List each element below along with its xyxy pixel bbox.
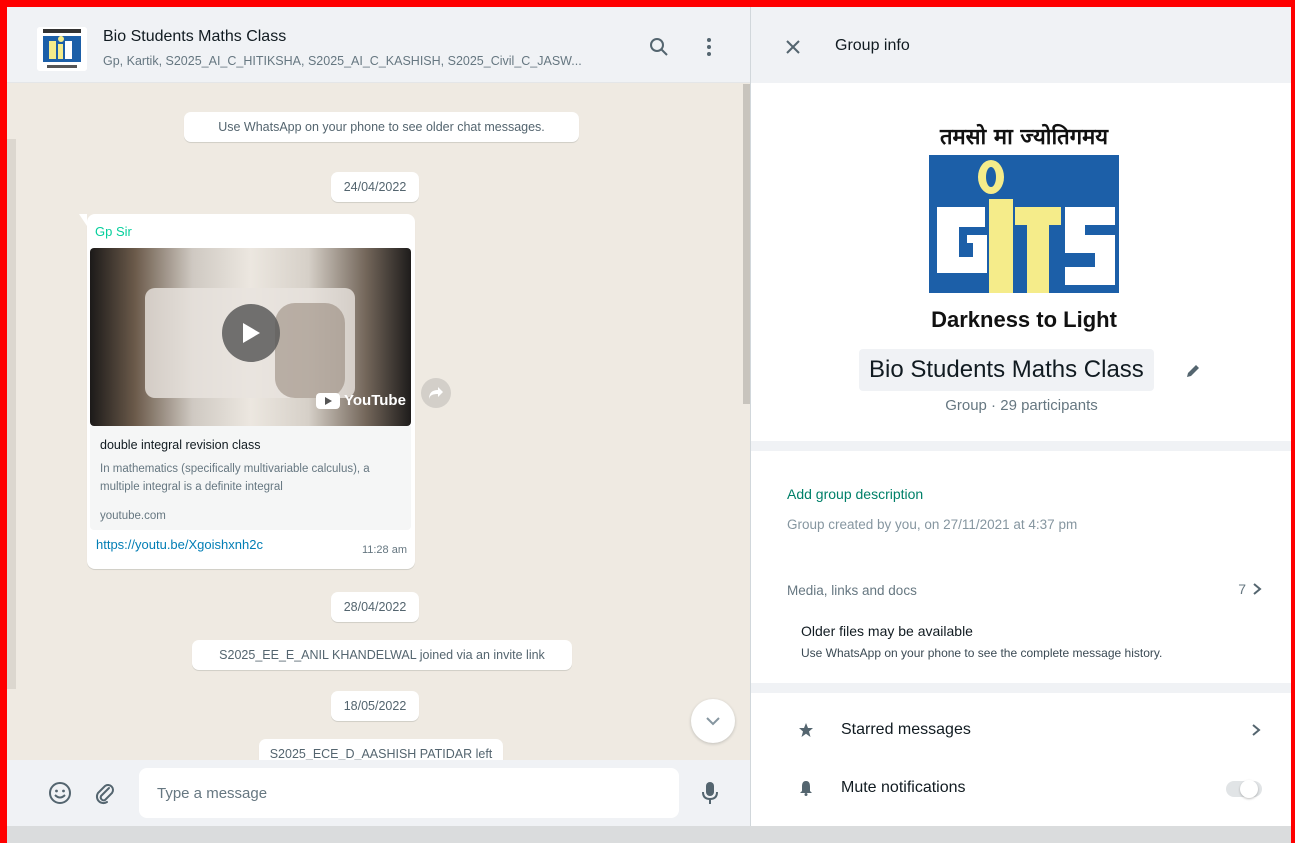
video-thumbnail[interactable]: YouTube [90,248,411,426]
message-list[interactable]: Use WhatsApp on your phone to see older … [7,84,750,760]
toggle-knob [1240,780,1258,798]
add-description-link[interactable]: Add group description [787,486,923,502]
group-details-card: Add group description Group created by y… [751,451,1292,683]
chevron-right-icon [1253,583,1262,595]
chat-pane: Bio Students Maths Class Gp, Kartik, S20… [7,7,750,826]
group-photo[interactable]: तमसो मा ज्योतिगमय Darkness to Light [929,121,1119,336]
message-time: 11:28 am [361,544,407,556]
date-badge: 18/05/2022 [331,691,419,721]
thumbnail-blur [275,303,345,398]
date-badge-text: 28/04/2022 [343,600,407,614]
message-bubble[interactable]: Gp Sir YouTube double integral revision … [79,214,415,569]
logo-tagline: Darkness to Light [931,307,1117,332]
group-info-pane: Group info तमसो मा ज्योतिगमय Darkness to… [750,7,1292,826]
emoji-icon[interactable] [47,780,73,806]
older-files-title: Older files may be available [801,623,973,639]
microphone-icon[interactable] [697,780,723,806]
youtube-play-icon [316,392,340,409]
scroll-track-left [7,139,16,689]
system-event-text: S2025_EE_E_ANIL KHANDELWAL joined via an… [219,648,545,662]
chat-title[interactable]: Bio Students Maths Class [103,28,286,46]
media-count-button[interactable]: 7 [1238,581,1262,597]
group-settings-card: Starred messages Mute notifications [751,693,1292,826]
group-participants-count: Group · 29 participants [945,397,1098,414]
bottom-strip [7,826,1291,843]
date-badge-text: 24/04/2022 [343,180,407,194]
close-icon[interactable] [781,35,805,59]
composer [7,760,750,826]
date-badge: 24/04/2022 [331,172,419,202]
bell-icon [797,779,815,797]
preview-title: double integral revision class [100,438,261,452]
system-event: S2025_ECE_D_AASHISH PATIDAR left [259,739,503,760]
group-profile-card: तमसो मा ज्योतिगमय Darkness to Light Bio … [751,83,1292,441]
info-title: Group info [835,37,910,54]
media-count: 7 [1238,581,1246,597]
media-links-docs-label[interactable]: Media, links and docs [787,583,917,598]
star-icon [797,721,815,739]
scroll-down-button[interactable] [691,699,735,743]
date-badge: 28/04/2022 [331,592,419,622]
search-icon[interactable] [647,35,671,59]
chevron-right-icon [1248,721,1264,739]
logo-motto: तमसो मा ज्योतिगमय [939,124,1109,150]
older-messages-notice-text: Use WhatsApp on your phone to see older … [218,120,545,134]
youtube-logo-text: YouTube [344,392,406,409]
message-link[interactable]: https://youtu.be/Xgoishxnh2c [96,537,263,552]
play-icon[interactable] [222,304,280,362]
link-preview[interactable]: double integral revision class In mathem… [90,426,411,530]
chevron-down-icon [706,717,720,726]
scrollbar-thumb[interactable] [743,84,750,404]
older-files-subtitle: Use WhatsApp on your phone to see the co… [801,646,1163,660]
chat-header[interactable]: Bio Students Maths Class Gp, Kartik, S20… [7,7,750,83]
group-name: Bio Students Maths Class [869,356,1144,383]
group-avatar[interactable] [37,27,87,71]
mute-notifications-row[interactable]: Mute notifications [751,759,1292,819]
starred-messages-label: Starred messages [841,721,971,738]
youtube-logo: YouTube [316,392,406,409]
system-event: S2025_EE_E_ANIL KHANDELWAL joined via an… [192,640,572,670]
mute-toggle[interactable] [1226,780,1262,798]
preview-description: In mathematics (specifically multivariab… [100,463,370,493]
message-sender[interactable]: Gp Sir [95,224,132,239]
logo-emblem [929,155,1119,293]
mute-notifications-label: Mute notifications [841,779,966,796]
message-input[interactable] [139,768,679,818]
system-event-text: S2025_ECE_D_AASHISH PATIDAR left [269,747,493,760]
info-header: Group info [751,7,1292,83]
chat-participants[interactable]: Gp, Kartik, S2025_AI_C_HITIKSHA, S2025_A… [103,54,623,68]
group-name-field[interactable]: Bio Students Maths Class [859,349,1154,391]
bubble-tail [79,214,87,226]
group-created-text: Group created by you, on 27/11/2021 at 4… [787,517,1078,532]
edit-pencil-icon[interactable] [1183,361,1203,381]
menu-icon[interactable] [697,35,721,59]
starred-messages-row[interactable]: Starred messages [751,701,1292,761]
preview-domain: youtube.com [100,510,166,522]
attach-icon[interactable] [91,780,117,806]
forward-icon[interactable] [421,378,451,408]
date-badge-text: 18/05/2022 [343,699,407,713]
older-messages-notice: Use WhatsApp on your phone to see older … [184,112,579,142]
